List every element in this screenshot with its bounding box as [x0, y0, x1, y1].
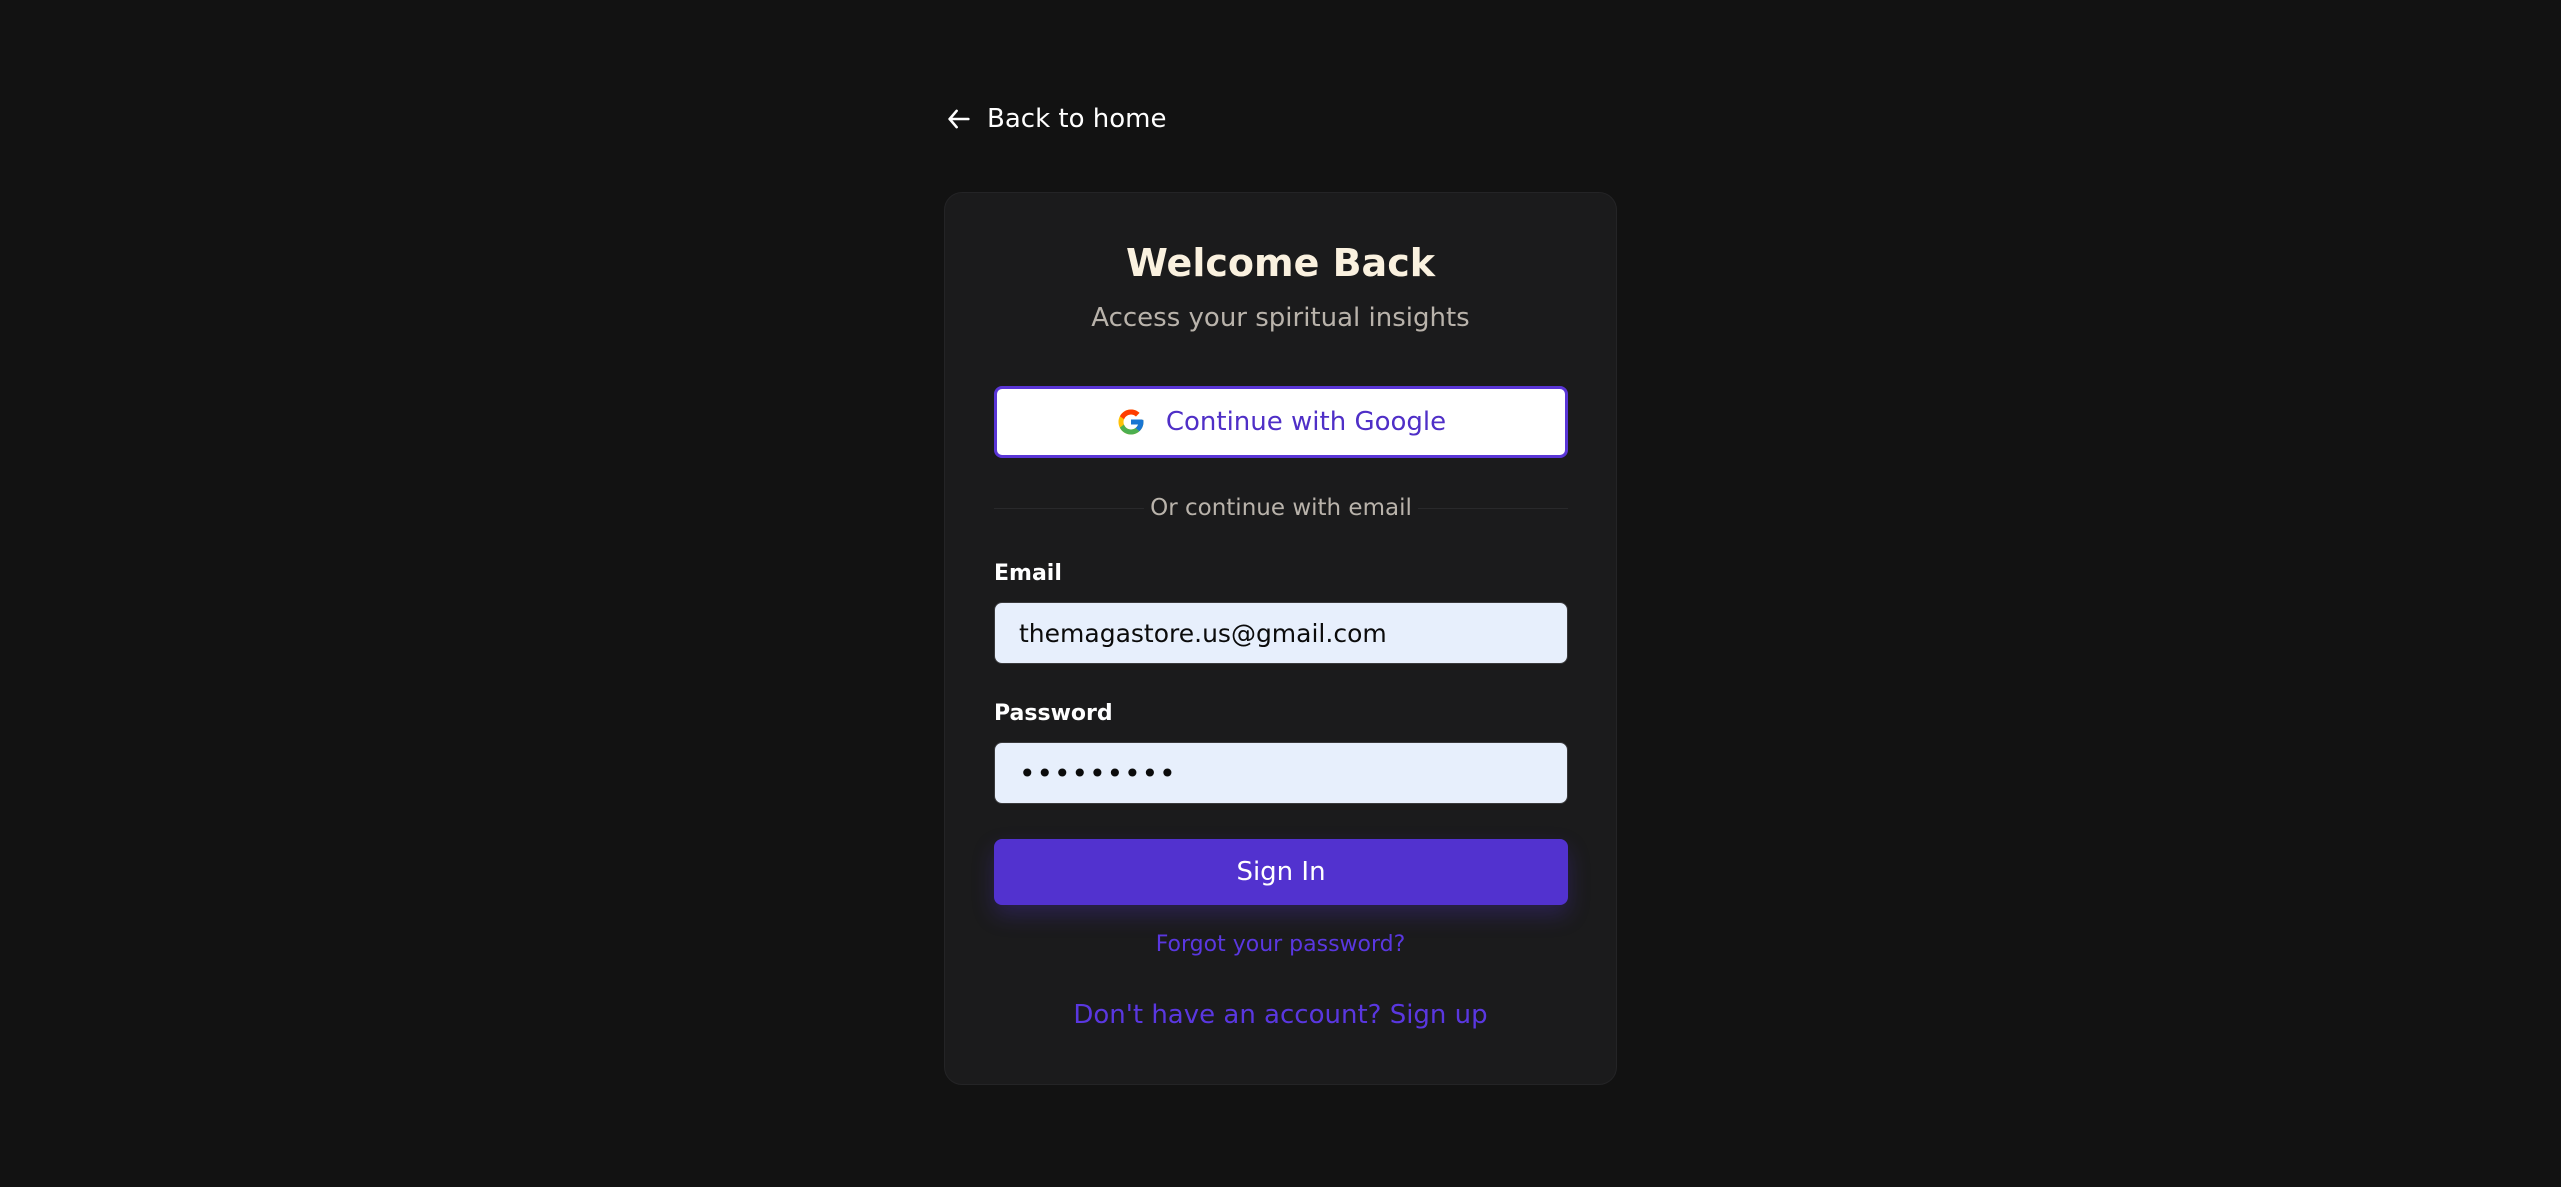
page-title: Welcome Back	[1126, 241, 1435, 285]
google-logo-icon	[1116, 407, 1146, 437]
arrow-left-icon	[945, 105, 973, 133]
or-divider: Or continue with email	[994, 493, 1568, 523]
back-to-home-link[interactable]: Back to home	[945, 98, 1166, 140]
continue-with-google-button[interactable]: Continue with Google	[994, 386, 1568, 458]
login-card: Welcome Back Access your spiritual insig…	[944, 192, 1617, 1085]
password-field[interactable]	[994, 742, 1568, 804]
google-button-label: Continue with Google	[1165, 407, 1447, 437]
back-link-label: Back to home	[987, 104, 1167, 134]
sign-in-button[interactable]: Sign In	[994, 839, 1568, 905]
sign-up-link[interactable]: Don't have an account? Sign up	[945, 1000, 1616, 1030]
password-label: Password	[994, 701, 1113, 726]
forgot-password-link[interactable]: Forgot your password?	[945, 932, 1616, 957]
page-subtitle: Access your spiritual insights	[1091, 303, 1470, 333]
divider-line-right	[1418, 508, 1568, 509]
email-label: Email	[994, 561, 1062, 586]
email-field[interactable]	[994, 602, 1568, 664]
